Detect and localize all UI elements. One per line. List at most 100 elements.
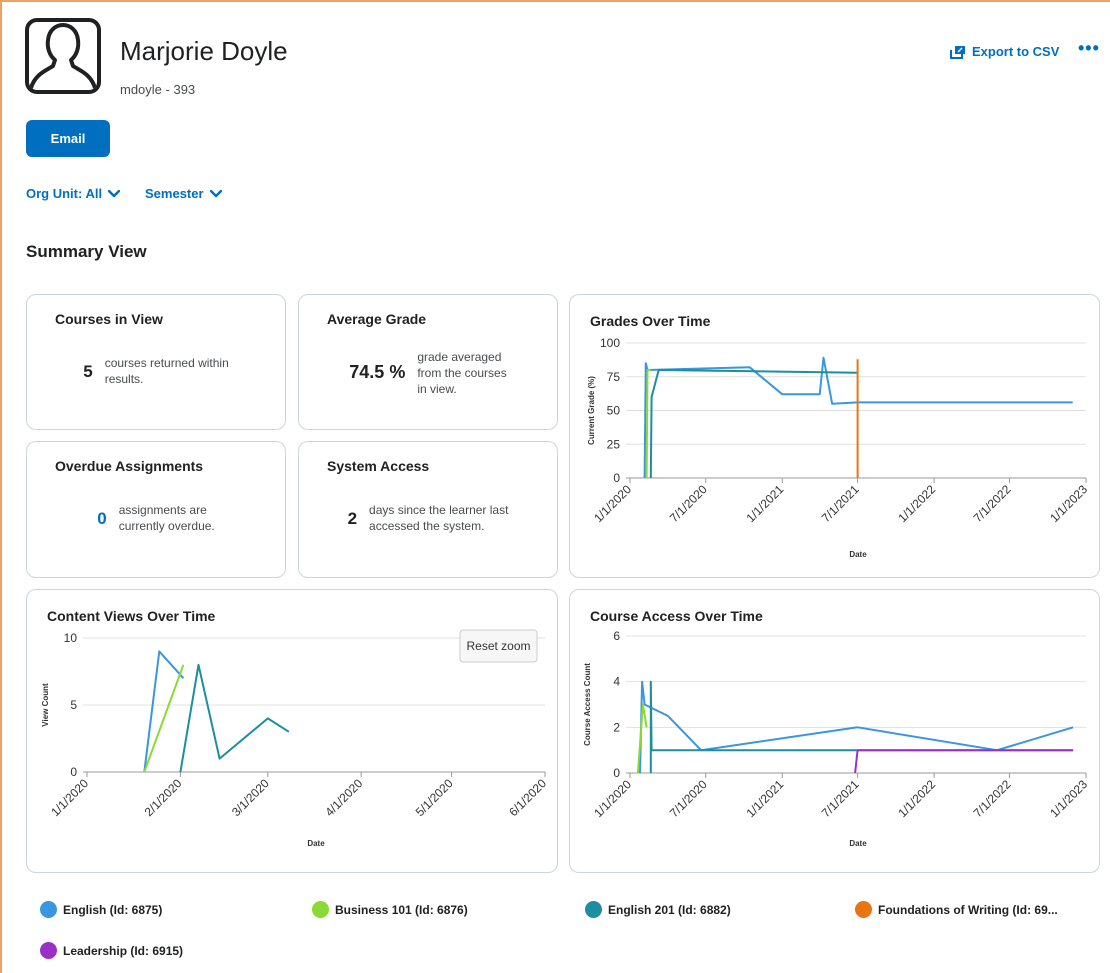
legend-swatch-icon	[855, 901, 872, 918]
stat-description-line: courses returned within	[104, 356, 229, 370]
legend-item[interactable]: Leadership (Id: 6915)	[40, 942, 183, 959]
export-csv-label: Export to CSV	[972, 44, 1060, 59]
y-tick-label: 2	[613, 720, 620, 734]
y-tick-label: 0	[613, 471, 620, 485]
semester-filter[interactable]: Semester	[145, 186, 222, 201]
learner-username: mdoyle - 393	[120, 82, 196, 97]
x-tick-label: 1/1/2020	[48, 776, 91, 819]
card-stat: 0 assignments are currently overdue.	[27, 502, 285, 534]
x-axis-label: Date	[849, 839, 867, 848]
stat-description: assignments are currently overdue.	[119, 502, 215, 534]
series-line[interactable]	[854, 749, 1074, 774]
x-tick-label: 4/1/2020	[322, 776, 365, 819]
content-views-over-time-chart[interactable]: 0 5 10 1/1/2020 2/1/2020 3/1/2020 4/1/2020 5/1/…	[27, 590, 557, 872]
x-tick-label: 1/1/2020	[591, 482, 634, 525]
org-unit-filter-label: Org Unit: All	[26, 186, 103, 201]
x-tick-label: 1/1/2021	[743, 482, 786, 525]
stat-description: courses returned within results.	[105, 355, 229, 387]
legend-label: Foundations of Writing (Id: 69...	[878, 902, 1058, 917]
overdue-assignments-card: Overdue Assignments 0 assignments are cu…	[26, 441, 286, 578]
y-tick-label: 75	[607, 370, 621, 384]
legend-item[interactable]: Business 101 (Id: 6876)	[312, 901, 468, 918]
legend-swatch-icon	[585, 901, 602, 918]
legend-label: Business 101 (Id: 6876)	[335, 902, 468, 917]
learner-name: Marjorie Doyle	[120, 36, 288, 66]
stat-description-line: accessed the system.	[369, 519, 485, 533]
y-tick-label: 25	[607, 437, 621, 451]
y-tick-label: 4	[613, 675, 620, 689]
x-tick-label: 7/1/2020	[667, 777, 710, 820]
export-csv-link[interactable]: Export to CSV	[950, 44, 1059, 59]
legend-swatch-icon	[40, 942, 57, 959]
more-options-button[interactable]: •••	[1078, 38, 1100, 59]
x-axis-label: Date	[307, 839, 325, 848]
card-title: Average Grade	[327, 311, 427, 327]
x-tick-label: 3/1/2020	[229, 776, 272, 819]
y-axis-label: View Count	[41, 683, 50, 727]
x-tick-label: 7/1/2020	[667, 482, 710, 525]
user-silhouette-icon	[29, 23, 97, 89]
x-tick-label: 7/1/2022	[971, 777, 1014, 820]
legend-swatch-icon	[312, 901, 329, 918]
summary-view-title: Summary View	[26, 242, 147, 261]
x-tick-label: 6/1/2020	[506, 776, 549, 819]
stat-value: 74.5 %	[349, 362, 406, 382]
semester-filter-label: Semester	[145, 186, 204, 201]
stat-description-line: results.	[104, 372, 144, 386]
x-tick-label: 7/1/2022	[971, 482, 1014, 525]
grades-over-time-chart[interactable]: 0 25 50 75 100 1/1/2020 7/1/2020 1/1/2021 7/1/20…	[570, 295, 1099, 577]
legend-label: Leadership (Id: 6915)	[63, 943, 184, 958]
org-unit-filter[interactable]: Org Unit: All	[26, 186, 121, 201]
x-tick-label: 1/1/2021	[743, 777, 786, 820]
legend-label: English (Id: 6875)	[63, 902, 163, 917]
card-stat: 2 days since the learner last accessed t…	[299, 502, 557, 534]
x-tick-label: 1/1/2023	[1047, 777, 1090, 820]
stat-description-line: currently overdue.	[118, 519, 215, 533]
stat-description: grade averaged from the courses in view.	[417, 349, 506, 397]
legend-item[interactable]: Foundations of Writing (Id: 69...	[855, 901, 1058, 918]
chevron-down-icon	[209, 189, 222, 197]
legend-swatch-icon	[40, 901, 57, 918]
stat-value[interactable]: 0	[97, 502, 106, 527]
stat-description-line: grade averaged	[417, 350, 502, 364]
course-access-over-time-chart[interactable]: 0 2 4 6 1/1/2020 7/1/2020 1/1/2021 7/1/2021 1/1/…	[570, 590, 1099, 872]
x-tick-label: 5/1/2020	[413, 776, 456, 819]
legend-label: English 201 (Id: 6882)	[608, 902, 731, 917]
series-line[interactable]	[179, 663, 290, 773]
x-tick-label: 1/1/2020	[591, 777, 634, 820]
reset-zoom-button[interactable]: Reset zoom	[459, 629, 538, 663]
content-views-over-time-card: Content Views Over Time 0 5 10 1/1/2020 2/1/…	[26, 589, 558, 873]
card-stat: 74.5 % grade averaged from the courses i…	[299, 349, 557, 397]
grades-over-time-card: Grades Over Time 0 25 50 75 100 1/1/2020 7/1/2…	[569, 294, 1100, 578]
x-tick-label: 1/1/2022	[895, 777, 938, 820]
series-line[interactable]	[636, 703, 648, 774]
x-tick-label: 1/1/2023	[1047, 482, 1090, 525]
x-tick-label: 7/1/2021	[819, 482, 862, 525]
stat-value: 2	[347, 509, 358, 528]
stat-description-line: assignments are	[118, 503, 207, 517]
card-title: Courses in View	[55, 311, 163, 327]
y-tick-label: 50	[607, 404, 621, 418]
y-axis-label: Current Grade (%)	[587, 376, 596, 445]
stat-description-line: in view.	[417, 382, 457, 396]
avatar	[25, 18, 101, 94]
series-line[interactable]	[643, 356, 1073, 479]
stat-description: days since the learner last accessed the…	[369, 502, 508, 534]
legend-item[interactable]: English 201 (Id: 6882)	[585, 901, 731, 918]
chevron-down-icon	[108, 189, 121, 197]
x-tick-label: 7/1/2021	[819, 777, 862, 820]
y-tick-label: 10	[64, 631, 78, 645]
card-title: System Access	[327, 458, 430, 474]
stat-value: 5	[83, 362, 93, 381]
card-stat: 5 courses returned within results.	[27, 355, 285, 387]
course-access-over-time-card: Course Access Over Time 0 2 4 6 1/1/2020 7/1/…	[569, 589, 1100, 873]
card-title: Overdue Assignments	[55, 458, 204, 474]
y-axis-label: Course Access Count	[583, 663, 592, 746]
email-button[interactable]: Email	[26, 120, 110, 157]
y-tick-label: 0	[70, 765, 77, 779]
legend-item[interactable]: English (Id: 6875)	[40, 901, 162, 918]
x-axis-label: Date	[849, 550, 867, 559]
courses-in-view-card: Courses in View 5 courses returned withi…	[26, 294, 286, 430]
series-line[interactable]	[649, 369, 858, 479]
average-grade-card: Average Grade 74.5 % grade averaged from…	[298, 294, 558, 430]
